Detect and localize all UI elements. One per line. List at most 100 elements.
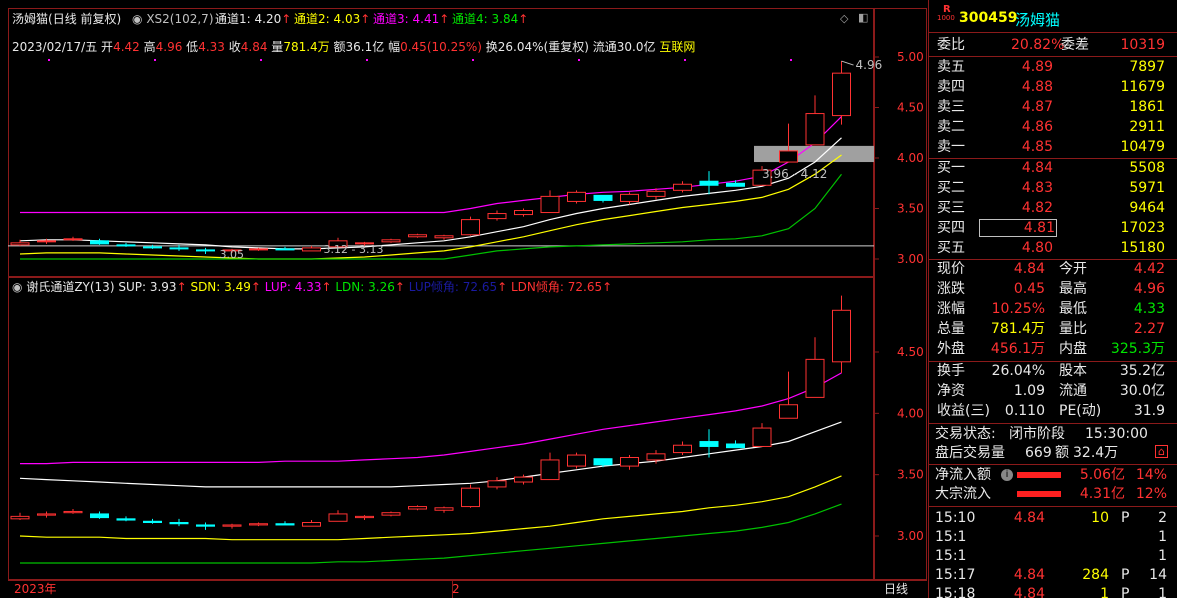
- main-candle-body: [196, 249, 215, 252]
- info-icon[interactable]: i: [1001, 469, 1013, 481]
- order-book-row: 买五 4.80 15180: [937, 240, 1165, 256]
- low-label: 3.05: [220, 248, 245, 261]
- panel-toggle-icon[interactable]: ◧: [858, 11, 868, 24]
- sub-candle-body: [302, 522, 321, 527]
- sub-candle-body: [169, 522, 189, 525]
- tick-row: 15:18 4.84 1 P 1: [935, 586, 1167, 598]
- main-candle-body: [381, 239, 401, 243]
- sub-candle-body: [328, 513, 348, 522]
- tick-row: 15:1 1: [935, 548, 1167, 564]
- period-button[interactable]: 日线: [884, 582, 908, 596]
- sub-candle-body: [10, 515, 30, 520]
- channel2-value: 通道2: 4.03↑: [294, 12, 371, 26]
- sub-candle-body: [408, 506, 427, 510]
- sub-candle-body: [63, 510, 83, 514]
- netflow-row: 净流入额 i 5.06亿 14%: [935, 467, 1167, 483]
- sub-axis-tick-label: 3.00: [897, 529, 924, 543]
- channel1-value: 通道1: 4.20↑: [215, 12, 292, 26]
- main-candle-body: [646, 190, 666, 197]
- main-candle-body: [673, 183, 692, 191]
- signal-dot: [790, 59, 792, 61]
- signal-dot: [578, 59, 580, 61]
- sub-candle-body: [752, 427, 772, 447]
- sub-candle-body: [673, 444, 692, 454]
- circle-chevron-icon[interactable]: ◉: [12, 280, 22, 294]
- sub-candle-body: [620, 456, 639, 467]
- after-hours-row: 盘后交易量 669 额 32.4万: [935, 445, 1119, 461]
- main-axis-tick-label: 5.00: [897, 50, 924, 64]
- sub-axis-tick-label: 4.50: [897, 345, 924, 359]
- sub-candle-body: [143, 520, 162, 524]
- main-candle-body: [461, 219, 480, 236]
- main-candle-body: [805, 113, 825, 146]
- gap-label: 3.96 - 4.12: [762, 167, 827, 181]
- quote-stat-row: 外盘 456.1万 内盘 325.3万: [937, 341, 1165, 357]
- indicator-toggle[interactable]: ◉ XS2(102,7): [132, 12, 214, 26]
- peak-pointer: [841, 60, 854, 66]
- main-candle-body: [63, 238, 83, 241]
- sub-candle-body: [487, 480, 507, 488]
- main-candle-body: [143, 246, 162, 249]
- chart-icon[interactable]: ⌂: [1155, 445, 1168, 458]
- x-axis-year: 2023年: [14, 582, 57, 596]
- sub-candle-body: [699, 441, 719, 447]
- main-axis-tick-label: 3.50: [897, 202, 924, 216]
- chart-area[interactable]: 5.00 4.50 4.00 3.50 3.00 4.50 4.00 3.50 3.00 4.96…: [0, 0, 927, 598]
- main-candle-body: [10, 242, 30, 246]
- stock-name-title: 汤姆猫(日线 前复权): [12, 12, 122, 26]
- sub-candle-body: [116, 518, 136, 521]
- sub-candle-body: [434, 507, 454, 511]
- tick-row: 15:1 1: [935, 529, 1167, 545]
- channel4-value: 通道4: 3.84↑: [452, 12, 529, 26]
- quote-stat-row: 涨跌 0.45 最高 4.96: [937, 281, 1165, 297]
- sub-candle-body: [567, 454, 586, 467]
- main-candle-body: [37, 240, 56, 243]
- main-candle-body: [726, 182, 745, 187]
- main-candle-body: [832, 72, 851, 117]
- signal-dot: [366, 59, 368, 61]
- main-candle-body: [116, 244, 136, 247]
- sub-candle-body: [249, 523, 268, 526]
- main-candle-body: [275, 248, 295, 251]
- stock-code: 300459: [959, 10, 1018, 26]
- bigflow-row: 大宗流入 4.31亿 12%: [935, 486, 1167, 502]
- sub-candle-body: [832, 309, 851, 363]
- candlestick-chart-svg: 5.00 4.50 4.00 3.50 3.00 4.50 4.00 3.50 3.00 4.96…: [8, 50, 924, 564]
- sub-axis-tick-label: 4.00: [897, 406, 924, 420]
- main-candle-body: [434, 235, 454, 239]
- main-candle-body: [487, 213, 507, 220]
- order-book-row: 卖一 4.85 10479: [937, 139, 1165, 155]
- order-book-row: 买二 4.83 5971: [937, 180, 1165, 196]
- order-book-row: 卖四 4.88 11679: [937, 79, 1165, 95]
- circle-chevron-icon[interactable]: ◉: [132, 12, 142, 26]
- main-candle-body: [302, 247, 321, 252]
- r-badge-icon: R 1000: [937, 4, 955, 22]
- quote-stat-row: 总量 781.4万 量比 2.27: [937, 321, 1165, 337]
- status-row: 交易状态: 闭市阶段 15:30:00: [935, 426, 1148, 442]
- xs2-通道3-line: [20, 116, 842, 214]
- signal-dot: [260, 59, 262, 61]
- quote-fundamental-row: 收益(三) 0.110 PE(动) 31.9: [937, 403, 1165, 419]
- sub-candle-body: [461, 487, 480, 508]
- main-candle-body: [567, 191, 586, 202]
- tick-row: 15:17 4.84 284 P 14: [935, 567, 1167, 583]
- sub-candle-body: [355, 515, 374, 519]
- peak-label: 4.96: [856, 58, 883, 72]
- sub-candle-body: [222, 524, 242, 527]
- zy-LUP-line: [20, 372, 842, 465]
- sub-candle-body: [540, 459, 560, 481]
- diamond-icon[interactable]: ◇: [840, 12, 848, 25]
- main-axis-tick-label: 4.00: [897, 151, 924, 165]
- sub-candle-body: [805, 358, 825, 398]
- main-candle-body: [620, 193, 639, 202]
- sub-candle-body: [275, 523, 295, 526]
- signal-dot: [684, 59, 686, 61]
- main-candle-body: [514, 210, 533, 216]
- order-book-row: 卖五 4.89 7897: [937, 59, 1165, 75]
- sub-candle-body: [726, 443, 745, 449]
- xs2-通道2-line: [19, 154, 842, 260]
- main-candle-body: [593, 194, 613, 201]
- main-candle-body: [540, 195, 560, 214]
- main-candle-body: [699, 180, 719, 186]
- xs2-通道1-line: [19, 137, 842, 250]
